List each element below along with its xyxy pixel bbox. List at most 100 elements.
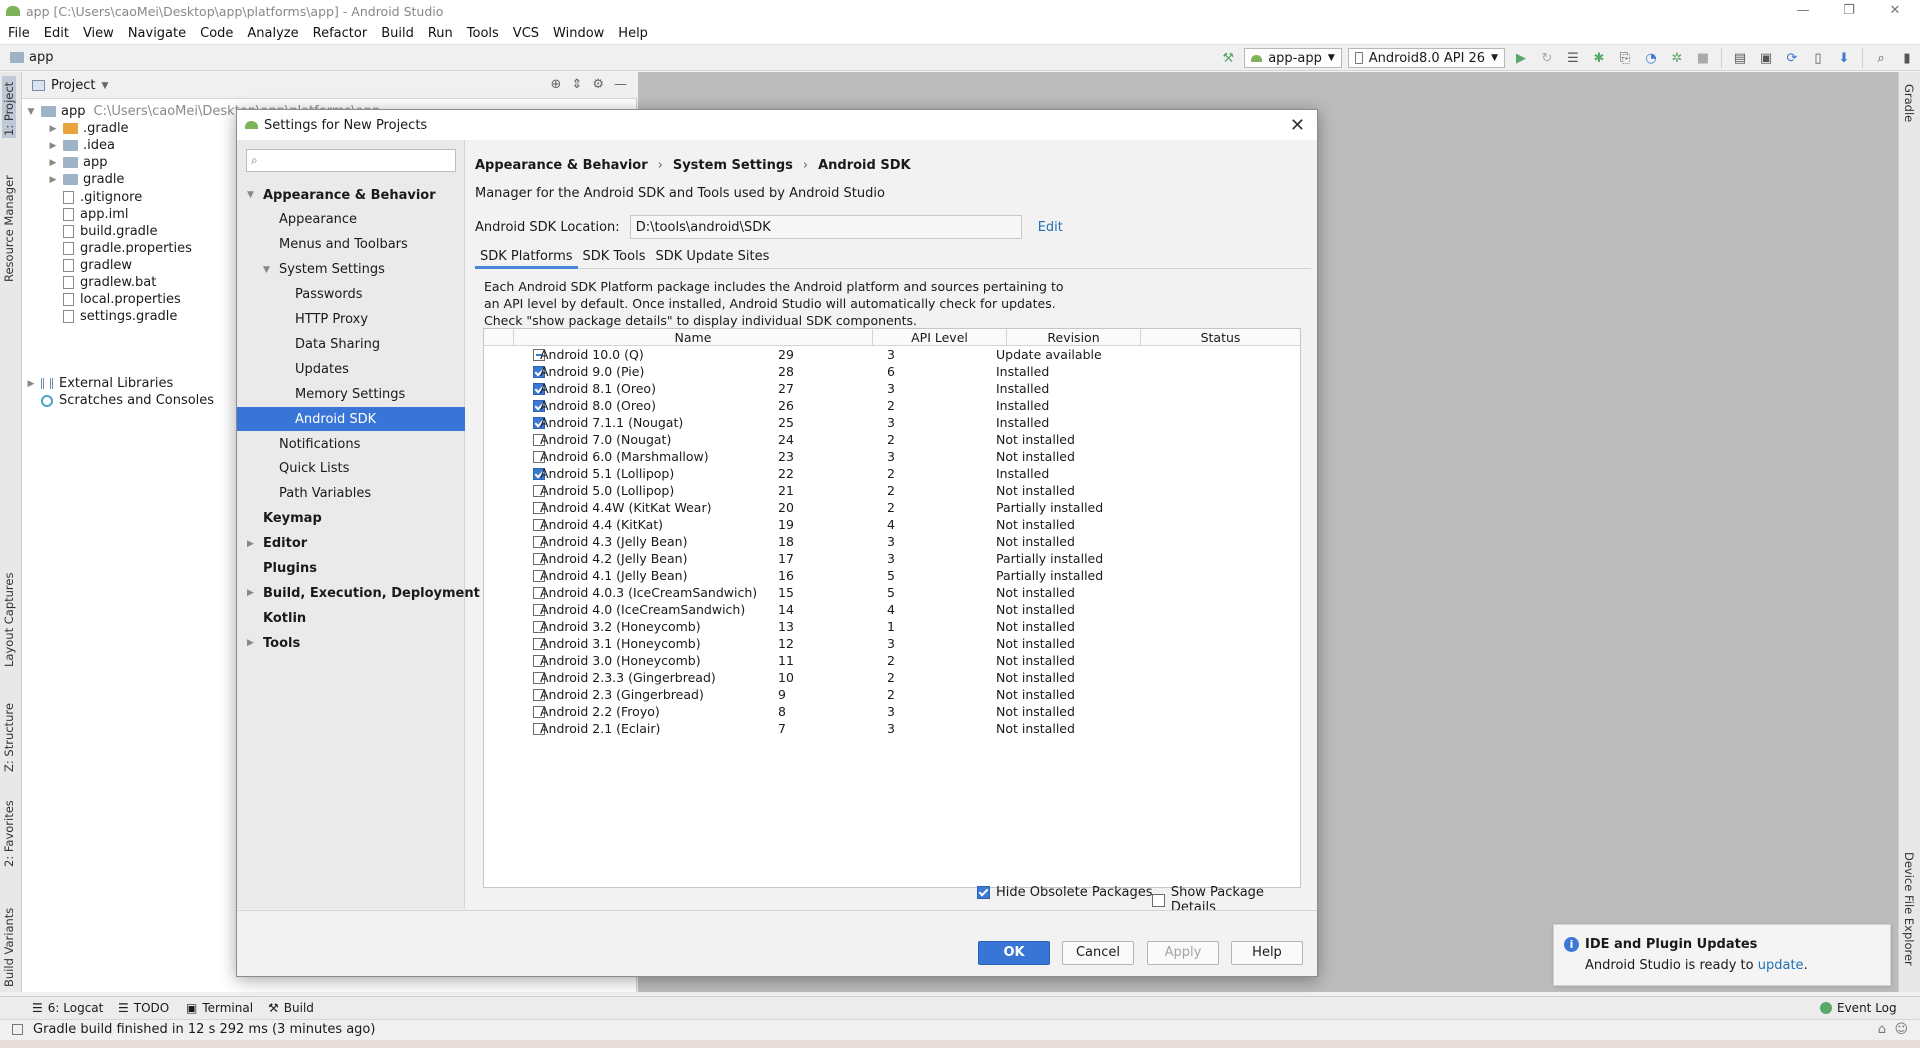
run-config-select[interactable]: app-app ▼ (1244, 48, 1342, 68)
sdk-manager-icon[interactable]: ⬇ (1831, 47, 1857, 69)
nav-breadcrumb[interactable]: app (10, 50, 53, 65)
close-window-button[interactable]: ✕ (1872, 0, 1918, 22)
tab-build[interactable]: ⚒ Build (268, 1001, 314, 1015)
tab-structure[interactable]: Z: Structure (2, 697, 16, 772)
settings-nav-item[interactable]: Path Variables (237, 482, 465, 506)
hide-panel-icon[interactable]: — (614, 77, 627, 92)
table-row[interactable]: Android 7.0 (Nougat) 24 2 Not installed (484, 431, 1300, 448)
settings-nav-item[interactable]: Android SDK (237, 407, 465, 432)
menu-help[interactable]: Help (611, 26, 655, 41)
account-icon[interactable]: ▮ (1894, 47, 1920, 69)
menu-navigate[interactable]: Navigate (121, 26, 193, 41)
menu-tools[interactable]: Tools (460, 26, 506, 41)
menu-analyze[interactable]: Analyze (240, 26, 305, 41)
settings-nav-item[interactable]: Notifications (237, 432, 465, 456)
tab-terminal[interactable]: ▣ Terminal (186, 1001, 253, 1015)
settings-nav-item[interactable]: Menus and Toolbars (237, 233, 465, 257)
table-row[interactable]: Android 4.4 (KitKat) 19 4 Not installed (484, 516, 1300, 533)
column-header-status[interactable]: Status (1141, 329, 1300, 346)
show-details-checkbox[interactable] (1152, 893, 1165, 907)
table-row[interactable]: Android 9.0 (Pie) 28 6 Installed (484, 363, 1300, 380)
settings-nav-item[interactable]: Data Sharing (237, 332, 465, 356)
table-row[interactable]: Android 5.0 (Lollipop) 21 2 Not installed (484, 482, 1300, 499)
chevron-down-icon[interactable]: ▼ (263, 265, 270, 275)
tab-project[interactable]: 1: Project (2, 76, 16, 138)
profile-icon[interactable]: ◔ (1638, 47, 1664, 69)
tree-item-scratches[interactable]: Scratches and Consoles (26, 390, 214, 411)
tab-todo[interactable]: ☰ TODO (118, 1001, 169, 1015)
settings-nav-item[interactable]: Appearance (237, 208, 465, 232)
search-everywhere-icon[interactable]: ⌕ (1868, 47, 1894, 69)
menu-code[interactable]: Code (193, 26, 240, 41)
table-row[interactable]: Android 5.1 (Lollipop) 22 2 Installed (484, 465, 1300, 482)
coverage-icon[interactable]: ✲ (1664, 47, 1690, 69)
make-project-icon[interactable]: ⚒ (1215, 47, 1241, 69)
menu-refactor[interactable]: Refactor (306, 26, 375, 41)
table-row[interactable]: Android 2.2 (Froyo) 8 3 Not installed (484, 703, 1300, 720)
avd-manager-icon[interactable]: ▯ (1805, 47, 1831, 69)
settings-nav-item[interactable]: Kotlin (237, 606, 465, 630)
table-row[interactable]: Android 6.0 (Marshmallow) 23 3 Not installe… (484, 448, 1300, 465)
menu-file[interactable]: File (0, 26, 37, 41)
cancel-button[interactable]: Cancel (1062, 941, 1134, 965)
menu-build[interactable]: Build (374, 26, 421, 41)
settings-nav-item[interactable]: Updates (237, 357, 465, 381)
chevron-down-icon[interactable]: ▼ (247, 190, 254, 200)
inspector-icon[interactable]: ☺ (1894, 1022, 1908, 1037)
table-row[interactable]: Android 4.2 (Jelly Bean) 17 3 Partially ins… (484, 550, 1300, 567)
table-row[interactable]: Android 4.3 (Jelly Bean) 18 3 Not installed (484, 533, 1300, 550)
status-toggle-icon[interactable] (12, 1024, 23, 1035)
menu-vcs[interactable]: VCS (506, 26, 546, 41)
menu-run[interactable]: Run (421, 26, 460, 41)
sync-gradle-icon[interactable]: ⟳ (1779, 47, 1805, 69)
table-row[interactable]: Android 2.1 (Eclair) 7 3 Not installed (484, 720, 1300, 737)
tab-layout-captures[interactable]: Layout Captures (2, 567, 16, 667)
menu-edit[interactable]: Edit (37, 26, 76, 41)
table-row[interactable]: Android 4.4W (KitKat Wear) 20 2 Partially i… (484, 499, 1300, 516)
locate-icon[interactable]: ⊕ (551, 77, 562, 92)
collapse-all-icon[interactable]: ⇕ (571, 77, 582, 92)
tab-sdk-update-sites[interactable]: SDK Update Sites (650, 244, 774, 269)
settings-nav-item[interactable]: Memory Settings (237, 382, 465, 406)
lock-icon[interactable]: ⌂ (1878, 1022, 1886, 1037)
project-view-select[interactable]: Project ▼ (32, 78, 108, 93)
settings-search-input[interactable]: ⌕ (246, 149, 456, 172)
column-header-revision[interactable]: Revision (1007, 329, 1141, 346)
table-row[interactable]: Android 8.0 (Oreo) 26 2 Installed (484, 397, 1300, 414)
tree-item[interactable]: settings.gradle (48, 306, 177, 327)
attach-debugger-icon[interactable]: ⎘ (1612, 47, 1638, 69)
table-row[interactable]: Android 4.0.3 (IceCreamSandwich) 15 5 Not i… (484, 584, 1300, 601)
tab-gradle[interactable]: Gradle (1902, 84, 1916, 122)
project-structure-icon[interactable]: ▤ (1727, 47, 1753, 69)
chevron-right-icon[interactable]: ▶ (247, 539, 254, 549)
event-log-button[interactable]: Event Log (1820, 1001, 1897, 1015)
maximize-button[interactable]: ❐ (1826, 0, 1872, 22)
table-row[interactable]: Android 3.1 (Honeycomb) 12 3 Not installed (484, 635, 1300, 652)
settings-nav-item[interactable]: ▶ Editor (237, 532, 465, 556)
run-icon[interactable]: ▶ (1508, 47, 1534, 69)
apply-changes-icon[interactable]: ☰ (1560, 47, 1586, 69)
tab-build-variants[interactable]: Build Variants (2, 892, 16, 987)
settings-nav-item[interactable]: ▶ Build, Execution, Deployment (237, 581, 480, 605)
settings-nav-item[interactable]: ▼ System Settings (237, 258, 465, 282)
menu-window[interactable]: Window (546, 26, 611, 41)
hide-obsolete-checkbox[interactable] (977, 886, 990, 899)
layout-inspector-icon[interactable]: ▣ (1753, 47, 1779, 69)
settings-nav-item[interactable]: ▶ Tools (237, 631, 465, 655)
ok-button[interactable]: OK (978, 941, 1050, 965)
settings-nav-item[interactable]: Passwords (237, 283, 465, 307)
rerun-icon[interactable]: ↻ (1534, 47, 1560, 69)
table-row[interactable]: Android 2.3.3 (Gingerbread) 10 2 Not instal… (484, 669, 1300, 686)
dialog-close-icon[interactable]: ✕ (1290, 115, 1305, 136)
stop-icon[interactable]: ■ (1690, 47, 1716, 69)
tab-logcat[interactable]: ☰ 6: Logcat (32, 1001, 103, 1015)
table-row[interactable]: Android 8.1 (Oreo) 27 3 Installed (484, 380, 1300, 397)
minimize-button[interactable]: — (1780, 0, 1826, 22)
table-row[interactable]: Android 3.0 (Honeycomb) 11 2 Not installed (484, 652, 1300, 669)
tab-favorites[interactable]: 2: Favorites (2, 792, 16, 867)
tab-device-file-explorer[interactable]: Device File Explorer (1902, 852, 1916, 966)
table-row[interactable]: Android 3.2 (Honeycomb) 13 1 Not installed (484, 618, 1300, 635)
column-header-name[interactable]: Name (514, 329, 873, 346)
settings-nav-item[interactable]: ▼ Appearance & Behavior (237, 183, 465, 207)
gear-icon[interactable]: ⚙ (592, 77, 604, 92)
